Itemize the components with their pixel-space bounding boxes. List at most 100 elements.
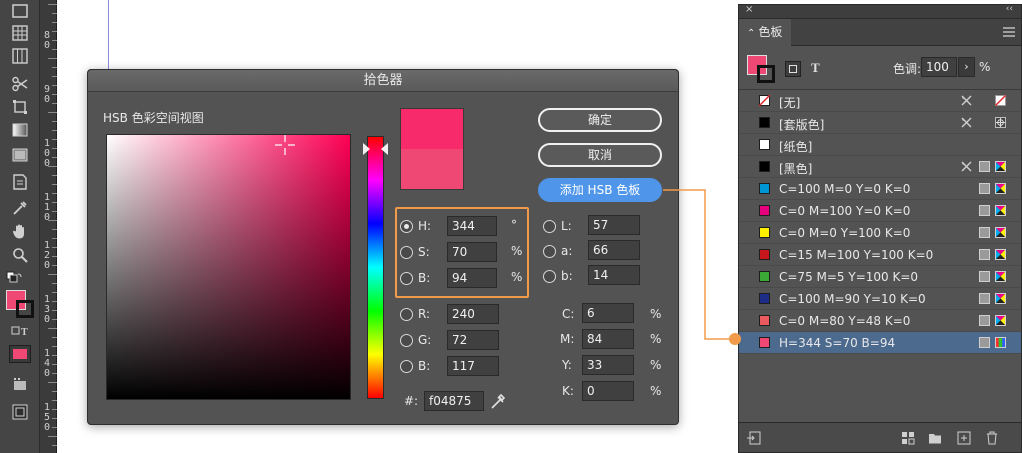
swatch-row[interactable]: C=100 M=0 Y=0 K=0 [739,178,1021,200]
swatch-row[interactable]: C=0 M=80 Y=48 K=0 [739,310,1021,332]
swatch-row[interactable]: H=344 S=70 B=94 [739,332,1021,354]
hue-slider-handle-left[interactable] [363,143,370,155]
apply-color-button[interactable] [9,345,31,363]
green-input[interactable]: 72 [447,330,499,350]
swatch-row[interactable]: C=100 M=90 Y=10 K=0 [739,288,1021,310]
crosshair-icon[interactable] [275,135,295,155]
cmyk-mode-icon [995,315,1006,326]
stroke-color-swatch[interactable] [16,300,34,318]
note-tool-icon[interactable] [10,173,30,191]
swatch-name: C=100 M=90 Y=10 K=0 [779,292,926,306]
swatch-row[interactable]: C=0 M=100 Y=0 K=0 [739,200,1021,222]
hex-input[interactable]: f04875 [424,391,484,411]
cancel-button[interactable]: 取消 [538,143,662,167]
hue-input[interactable]: 344 [447,216,497,236]
color-field[interactable] [106,134,351,400]
swatch-row[interactable]: C=15 M=100 Y=100 K=0 [739,244,1021,266]
eyedropper-tool-icon[interactable] [10,199,30,217]
process-color-icon [979,249,990,260]
hsb-row-s[interactable]: S: [400,241,430,263]
radio-l[interactable] [543,219,556,233]
screen-mode-icon[interactable] [10,375,30,393]
blue-input[interactable]: 117 [447,356,499,376]
percent-unit: % [650,358,662,372]
radio-lab-b[interactable] [543,269,556,283]
formatting-text-button[interactable]: T [811,60,820,76]
lab-l-input[interactable]: 57 [588,215,640,235]
cyan-input[interactable]: 6 [582,303,634,323]
hsb-row-b[interactable]: B: [400,267,430,289]
swatch-row[interactable]: [套版色] [739,112,1021,134]
default-fill-stroke-icon[interactable] [4,270,24,288]
saturation-input[interactable]: 70 [447,242,497,262]
ruler-tick [52,202,57,203]
hue-slider-handle-right[interactable] [381,143,388,155]
radio-r[interactable] [400,307,413,321]
lab-row-b[interactable]: b: [543,265,573,287]
panel-collapse-icon[interactable]: ‹‹ [1006,4,1013,14]
dialog-title: 拾色器 [88,70,678,92]
panel-close-icon[interactable]: × [745,4,753,15]
rgb-mode-icon [995,337,1006,348]
grid-tool-icon[interactable] [10,47,30,65]
rgb-row-g[interactable]: G: [400,329,431,351]
table-tool-icon[interactable] [10,24,30,42]
radio-h[interactable] [400,219,413,233]
swatch-name: C=0 M=100 Y=0 K=0 [779,204,911,218]
ruler-tick [52,283,57,284]
rectangle-tool-icon[interactable] [10,2,30,20]
lab-row-l[interactable]: L: [543,215,572,237]
zoom-tool-icon[interactable] [10,246,30,264]
hand-tool-icon[interactable] [10,222,30,240]
free-transform-icon[interactable] [10,98,30,116]
swatch-row[interactable]: C=0 M=0 Y=100 K=0 [739,222,1021,244]
swatch-views-icon[interactable] [901,431,915,445]
radio-b[interactable] [400,271,413,285]
load-swatches-icon[interactable] [747,431,761,445]
lab-b-input[interactable]: 14 [588,265,640,285]
tint-input[interactable]: 100 [921,57,957,77]
color-space-label: HSB 色彩空间视图 [103,111,204,125]
formatting-container-button[interactable] [785,61,801,77]
radio-a[interactable] [543,244,556,258]
yellow-input[interactable]: 33 [582,355,634,375]
eyedropper-icon[interactable] [489,390,507,410]
rgb-row-b[interactable]: B: [400,355,430,377]
red-input[interactable]: 240 [447,304,499,324]
hue-slider[interactable] [367,136,384,399]
radio-s[interactable] [400,245,413,259]
panel-stroke-swatch[interactable] [757,65,775,83]
swatch-row[interactable]: C=75 M=5 Y=100 K=0 [739,266,1021,288]
ruler-tick [52,418,57,419]
tint-stepper-button[interactable]: › [958,57,975,77]
panel-menu-icon[interactable] [1003,27,1015,37]
scissors-icon[interactable] [10,75,30,93]
swatch-row[interactable]: [纸色] [739,134,1021,156]
normal-view-icon[interactable] [10,403,30,421]
rgb-row-r[interactable]: R: [400,303,430,325]
lab-a-input[interactable]: 66 [588,240,640,260]
gradient-swatch-icon[interactable] [10,121,30,139]
new-color-group-icon[interactable] [928,431,942,445]
svg-text:T: T [21,327,28,338]
delete-swatch-icon[interactable] [985,431,999,445]
add-hsb-swatch-button[interactable]: 添加 HSB 色板 [538,178,662,202]
magenta-input[interactable]: 84 [582,329,634,349]
ruler-tick [52,400,57,401]
ruler-tick [52,373,57,374]
gradient-feather-icon[interactable] [10,146,30,164]
tab-swatches[interactable]: ⌃ 色板 [739,19,791,46]
original-color-preview[interactable] [400,149,464,190]
lab-row-a[interactable]: a: [543,240,572,262]
radio-rgb-b[interactable] [400,359,413,373]
brightness-input[interactable]: 94 [447,268,497,288]
black-input[interactable]: 0 [582,381,634,401]
ok-button[interactable]: 确定 [538,108,662,132]
swatch-row[interactable]: [无] [739,90,1021,112]
formatting-container-icon[interactable]: T [10,322,30,340]
radio-g[interactable] [400,333,413,347]
new-swatch-icon[interactable] [957,431,971,445]
swatch-row[interactable]: [黑色] [739,156,1021,178]
hsb-row-h[interactable]: H: [400,215,431,237]
field-label: R: [418,307,431,321]
